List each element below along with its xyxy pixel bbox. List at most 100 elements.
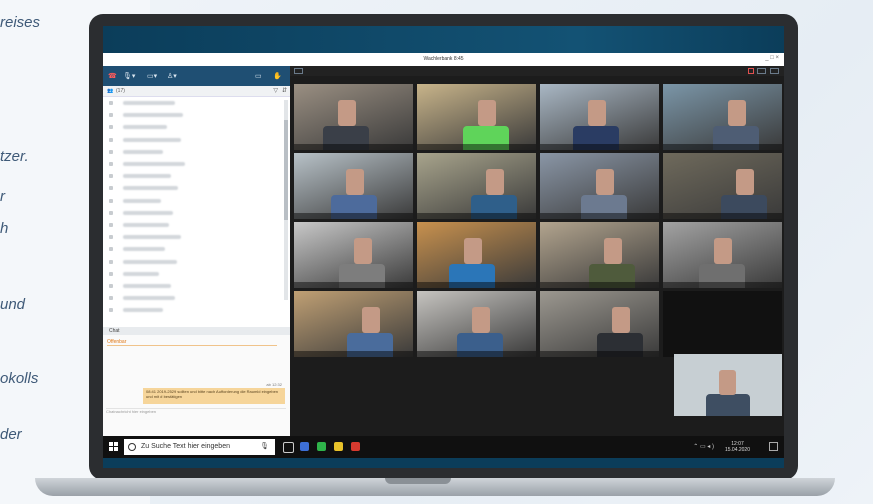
video-tile[interactable] [663, 84, 782, 150]
chat-timestamp: ab 12:32 [266, 382, 282, 387]
participant-scrollbar[interactable] [284, 100, 288, 300]
participant-icon [109, 210, 113, 215]
tray-clock[interactable]: 12:07 15.04.2020 [725, 441, 750, 453]
windows-taskbar: Zu Suche Text hier eingeben 🎙 ⌃ ▭ ◂ ) 12… [103, 436, 784, 458]
video-tile[interactable] [540, 291, 659, 357]
participant-name-blurred [123, 125, 167, 130]
participant-icon [109, 284, 113, 288]
participant-row[interactable] [109, 210, 279, 216]
participant-row[interactable] [109, 271, 279, 277]
laptop-base-notch [385, 478, 451, 484]
participant-row[interactable] [109, 173, 279, 179]
participant-row[interactable] [109, 137, 279, 143]
participant-name-blurred [123, 174, 171, 179]
participant-row[interactable] [109, 161, 279, 167]
taskbar-search[interactable]: Zu Suche Text hier eingeben 🎙 [124, 439, 275, 455]
participant-row[interactable] [109, 112, 279, 118]
notification-icon[interactable] [769, 442, 778, 451]
video-tile[interactable] [417, 84, 536, 150]
participant-icon [109, 137, 113, 142]
participant-row[interactable] [109, 100, 279, 106]
video-tile[interactable] [417, 291, 536, 357]
video-tile[interactable] [294, 222, 413, 288]
video-tile[interactable] [663, 153, 782, 219]
camera-icon[interactable]: ▭▾ [147, 72, 157, 80]
participant-face-pixelated [604, 238, 622, 264]
video-grid-area [290, 66, 784, 436]
participant-name-blurred [123, 223, 169, 227]
mic-icon[interactable]: 🎙▾ [123, 72, 135, 80]
participant-face-pixelated [346, 169, 364, 195]
participant-face-pixelated [478, 100, 496, 126]
participant-face-pixelated [472, 307, 490, 333]
edge-icon[interactable] [300, 442, 309, 451]
hand-icon[interactable]: ✋ [273, 72, 282, 80]
video-nameplate [417, 144, 536, 150]
video-nameplate [294, 282, 413, 288]
participant-row[interactable] [109, 149, 279, 155]
app-green-icon[interactable] [317, 442, 326, 451]
video-nameplate [663, 144, 782, 150]
participant-face-pixelated [736, 169, 754, 195]
participant-row[interactable] [109, 198, 279, 204]
video-tile[interactable] [540, 153, 659, 219]
participant-name-blurred [123, 271, 159, 276]
participant-row[interactable] [109, 283, 279, 289]
participant-row[interactable] [109, 234, 279, 240]
windows-start-icon[interactable] [109, 442, 118, 451]
video-tile[interactable] [540, 222, 659, 288]
chat-divider [107, 345, 277, 346]
laptop-frame: Wachlerbank 8:45 _ □ × ☎ 🎙▾ ▭▾ ♙▾ ▭ ✋ 👥 … [89, 14, 798, 480]
sort-icon[interactable]: ⇵ [282, 87, 287, 94]
video-nameplate [417, 282, 536, 288]
scrollbar-thumb[interactable] [284, 120, 288, 220]
participant-row[interactable] [109, 124, 279, 130]
chrome-icon[interactable] [334, 442, 343, 451]
participant-name-blurred [123, 210, 173, 215]
call-toolbar: ☎ 🎙▾ ▭▾ ♙▾ ▭ ✋ [103, 66, 290, 86]
mic-icon[interactable]: 🎙 [260, 442, 269, 450]
self-body-pixelated [706, 394, 750, 416]
bg-line-2: tzer. [0, 148, 29, 165]
participant-face-pixelated [338, 100, 356, 126]
participant-icon [109, 198, 113, 203]
video-nameplate [663, 282, 782, 288]
participant-name-blurred [123, 198, 161, 203]
signal-icon [748, 68, 754, 74]
bg-line-7: der [0, 426, 22, 443]
fullscreen-icon[interactable] [770, 68, 779, 74]
self-view-tile[interactable] [674, 354, 782, 416]
participant-row[interactable] [109, 259, 279, 265]
participant-row[interactable] [109, 222, 279, 228]
participant-row[interactable] [109, 185, 279, 191]
window-controls[interactable]: _ □ × [765, 55, 779, 61]
participant-name-blurred [123, 149, 163, 154]
phone-hangup-icon[interactable]: ☎ [108, 72, 117, 80]
window-titlebar: Wachlerbank 8:45 _ □ × [103, 53, 784, 66]
task-view-icon[interactable] [283, 442, 294, 453]
participant-name-blurred [123, 308, 163, 313]
video-tile[interactable] [417, 153, 536, 219]
participant-icon [109, 101, 113, 105]
video-tile[interactable] [663, 222, 782, 288]
video-tile[interactable] [417, 222, 536, 288]
participant-row[interactable] [109, 246, 279, 252]
person-icon[interactable]: ♙▾ [167, 72, 177, 80]
screen-bottom-band [103, 458, 784, 468]
filter-icon[interactable]: ▽ [273, 87, 278, 94]
video-tile[interactable] [294, 291, 413, 357]
laptop-screen: Wachlerbank 8:45 _ □ × ☎ 🎙▾ ▭▾ ♙▾ ▭ ✋ 👥 … [103, 26, 784, 468]
app-red-icon[interactable] [351, 442, 360, 451]
participant-row[interactable] [109, 295, 279, 301]
screen-icon[interactable] [294, 68, 303, 74]
tray-icons[interactable]: ⌃ ▭ ◂ ) [693, 443, 714, 450]
participant-row[interactable] [109, 307, 279, 313]
settings-icon[interactable]: ▭ [255, 72, 262, 80]
chat-input[interactable]: Chatnachricht hier eingeben [106, 408, 286, 416]
video-tile[interactable] [294, 84, 413, 150]
video-tile[interactable] [294, 153, 413, 219]
layout-icon[interactable] [757, 68, 766, 74]
participant-name-blurred [123, 113, 183, 118]
participant-face-pixelated [362, 307, 380, 333]
video-tile[interactable] [540, 84, 659, 150]
